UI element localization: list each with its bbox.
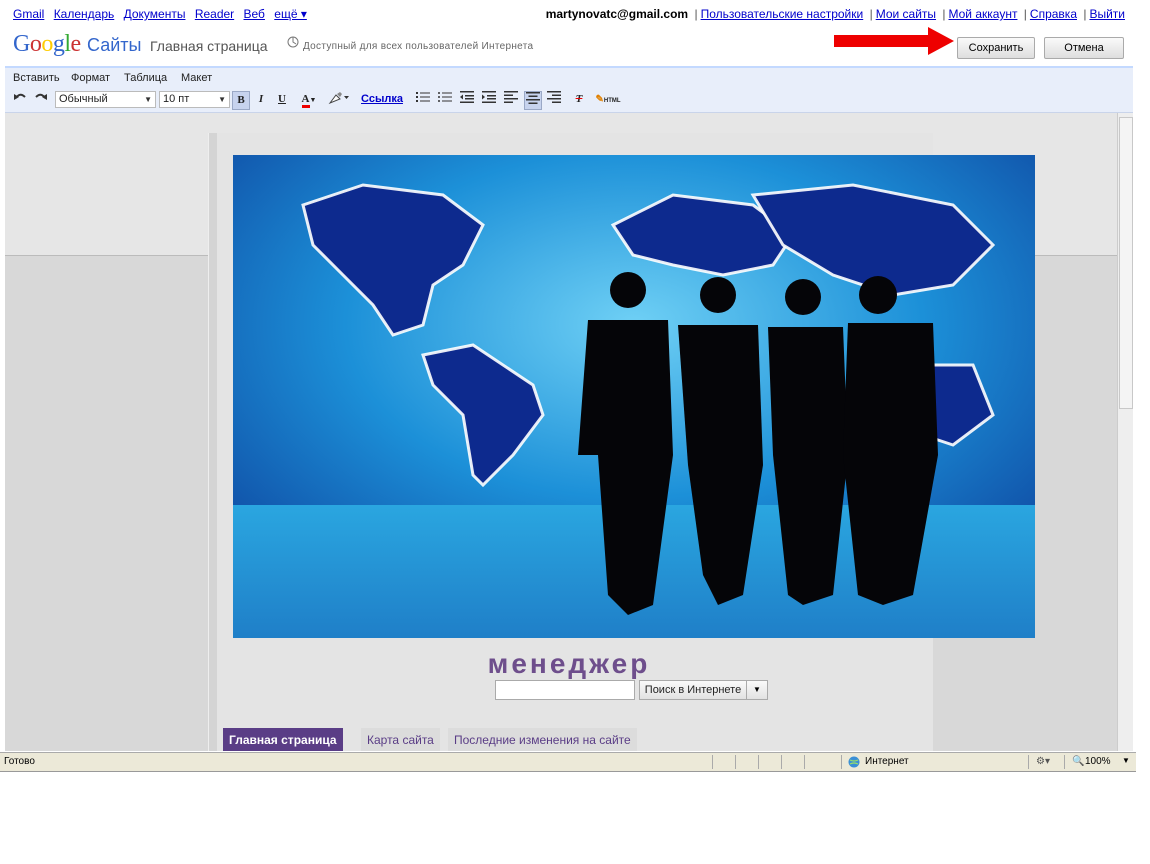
menu-layout[interactable]: Макет [181,72,212,84]
indent-increase-icon[interactable] [481,91,497,108]
text-color-letter: A [301,93,310,108]
nav-tab-recent-changes[interactable]: Последние изменения на сайте [448,728,637,751]
globe-icon [848,756,860,771]
clear-formatting-button[interactable]: T [571,91,587,108]
sharing-status: Доступный для всех пользователей Интерне… [303,41,534,52]
link-gmail[interactable]: Gmail [13,7,44,21]
globe-icon [287,36,299,48]
highlight-color-icon[interactable] [327,91,351,108]
sites-header: Google Сайты Главная страница Доступный … [5,28,1133,68]
pencil-icon: ✎ [595,94,604,105]
link-logout[interactable]: Выйти [1089,7,1125,21]
status-text: Готово [4,756,35,767]
security-zone: Интернет [865,756,909,767]
link-button[interactable]: Ссылка [359,91,405,108]
google-top-bar: Gmail Календарь Документы Reader Веб ещё… [5,0,1133,28]
search-scope-dropdown[interactable]: ▼ [746,680,768,700]
link-web[interactable]: Веб [244,7,265,21]
editor-toolbar: Обычный ▼ 10 пт ▼ B I U A▼ Ссылка T ✎HTM… [5,88,1133,113]
align-left-icon[interactable] [503,91,519,108]
link-documents[interactable]: Документы [124,7,186,21]
user-email: martynovatc@gmail.com [545,7,689,21]
bold-button[interactable]: B [232,91,250,110]
font-size-value: 10 пт [163,93,190,105]
nav-tab-home[interactable]: Главная страница [223,728,343,751]
cancel-button[interactable]: Отмена [1044,37,1124,59]
align-center-icon[interactable] [524,91,542,110]
font-size-select[interactable]: 10 пт ▼ [159,91,230,108]
link-reader[interactable]: Reader [195,7,234,21]
bulleted-list-icon[interactable] [437,91,453,108]
editor-menu-bar: Вставить Формат Таблица Макет [5,68,1133,88]
zoom-icon[interactable]: 🔍 [1072,756,1084,767]
editor-canvas: менеджер Поиск в Интернете ▼ Главная стр… [5,113,1133,751]
site-title[interactable]: менеджер [5,648,1133,680]
chevron-down-icon[interactable]: ▼ [1122,756,1130,765]
account-links: martynovatc@gmail.com | Пользовательские … [545,7,1125,21]
link-calendar[interactable]: Календарь [54,7,115,21]
numbered-list-icon[interactable] [415,91,431,108]
html-label: HTML [603,98,621,104]
link-more[interactable]: ещё ▾ [274,7,307,21]
browser-status-bar: Готово Интернет ⚙▾ 🔍 100% ▼ [0,752,1136,772]
page-title: Главная страница [150,38,268,54]
paragraph-style-select[interactable]: Обычный ▼ [55,91,156,108]
zoom-level[interactable]: 100% [1085,756,1111,767]
save-button[interactable]: Сохранить [957,37,1035,59]
header-image [233,155,1035,638]
menu-insert[interactable]: Вставить [13,72,60,84]
vertical-scrollbar[interactable] [1117,113,1133,751]
indent-decrease-icon[interactable] [459,91,475,108]
link-help[interactable]: Справка [1030,7,1077,21]
menu-format[interactable]: Формат [71,72,110,84]
undo-icon[interactable] [12,91,28,108]
chevron-down-icon: ▼ [218,95,226,104]
redo-icon[interactable] [33,91,49,108]
italic-button[interactable]: I [254,91,268,108]
paragraph-style-value: Обычный [59,93,108,105]
chevron-down-icon: ▼ [144,95,152,104]
service-links: Gmail Календарь Документы Reader Веб ещё… [13,7,313,21]
nav-tab-sitemap[interactable]: Карта сайта [361,728,440,751]
link-settings[interactable]: Пользовательские настройки [701,7,864,21]
search-input[interactable] [495,680,635,700]
chevron-down-icon: ▼ [309,97,317,104]
align-right-icon[interactable] [546,91,562,108]
underline-button[interactable]: U [275,91,289,108]
search-button[interactable]: Поиск в Интернете [639,680,747,700]
link-my-account[interactable]: Мой аккаунт [949,7,1018,21]
text-color-button[interactable]: A▼ [297,91,321,108]
scrollbar-thumb[interactable] [1119,117,1133,409]
link-my-sites[interactable]: Мои сайты [876,7,936,21]
html-edit-button[interactable]: ✎HTML [593,91,623,108]
red-arrow-icon [834,27,954,55]
protected-mode-icon[interactable]: ⚙▾ [1036,756,1050,767]
menu-table[interactable]: Таблица [124,72,167,84]
product-name: Сайты [87,35,142,55]
google-logo[interactable]: Google [13,31,81,58]
